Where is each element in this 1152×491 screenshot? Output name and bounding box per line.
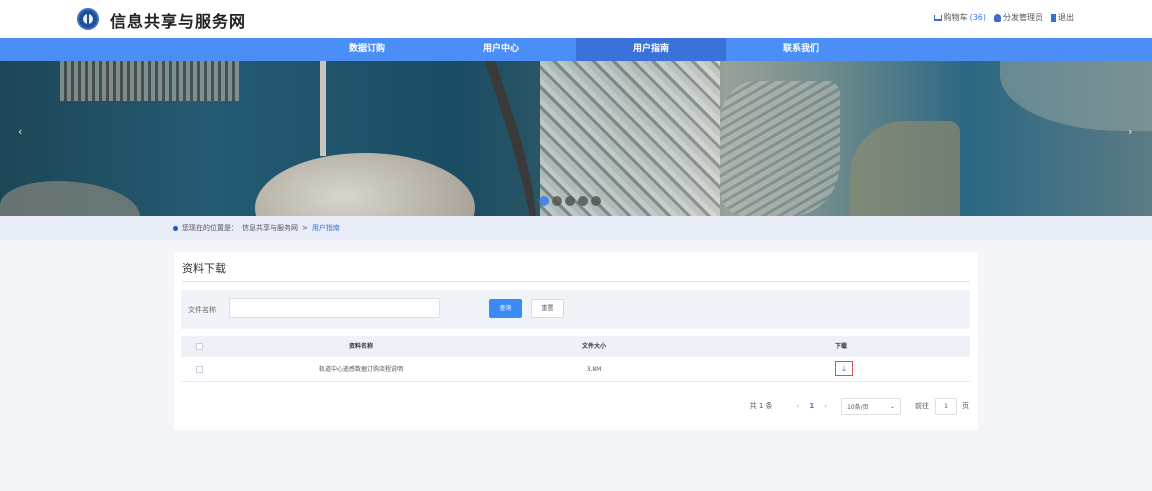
carousel-dot[interactable] <box>552 196 562 206</box>
carousel-dot[interactable] <box>591 196 601 206</box>
page-number[interactable]: 1 <box>809 402 814 410</box>
banner-next-icon[interactable]: › <box>1128 125 1132 138</box>
logout-link[interactable]: 退出 <box>1051 12 1074 23</box>
banner-image-part <box>850 121 960 216</box>
search-panel: 文件名称 查询 重置 <box>181 290 970 329</box>
chevron-down-icon: ⌄ <box>889 402 895 410</box>
column-header-size: 文件大小 <box>581 343 606 350</box>
column-header-name: 资料名称 <box>348 343 373 350</box>
row-checkbox[interactable] <box>196 366 203 373</box>
table-header: 资料名称 文件大小 下载 <box>181 336 970 357</box>
column-header-download: 下载 <box>834 343 847 350</box>
file-name-label: 文件名称 <box>188 306 216 314</box>
banner-image-part <box>1000 61 1152 131</box>
breadcrumb: 您现在的位置是： 信息共享与服务网 > 用户指南 <box>173 223 340 233</box>
user-link[interactable]: 分发管理员 <box>994 12 1043 23</box>
select-all-checkbox[interactable] <box>196 343 203 350</box>
nav-item-contact-us[interactable]: 联系我们 <box>726 38 876 61</box>
cart-icon <box>933 14 942 21</box>
prev-page-icon[interactable]: ‹ <box>797 402 800 410</box>
breadcrumb-current: 用户指南 <box>311 224 340 232</box>
file-name-cell: 轨道中心遥感数据订购流程说明 <box>318 366 403 373</box>
download-table: 资料名称 文件大小 下载 轨道中心遥感数据订购流程说明 3.8M ⤓ <box>181 336 970 382</box>
logout-icon <box>1051 13 1056 22</box>
top-bar: 信息共享与服务网 购物车 (36) 分发管理员 退出 <box>0 0 1152 38</box>
breadcrumb-separator: > <box>302 224 308 232</box>
cart-count: (36) <box>969 13 986 22</box>
breadcrumb-bar: 您现在的位置是： 信息共享与服务网 > 用户指南 <box>0 216 1152 240</box>
goto-page-input[interactable]: 1 <box>935 397 957 415</box>
user-label: 分发管理员 <box>1003 13 1043 22</box>
goto-label: 前往 <box>915 402 929 410</box>
banner-image-part <box>320 61 326 156</box>
carousel-dot[interactable] <box>565 196 575 206</box>
bullet-icon <box>173 225 178 231</box>
logout-label: 退出 <box>1058 13 1074 22</box>
site-title: 信息共享与服务网 <box>110 12 247 31</box>
banner-carousel[interactable]: ‹ › <box>0 61 1152 216</box>
carousel-dots <box>539 196 601 206</box>
download-button[interactable]: ⤓ <box>835 361 853 376</box>
download-icon: ⤓ <box>842 364 846 373</box>
nav-item-user-guide[interactable]: 用户指南 <box>576 38 726 61</box>
main-nav: 数据订购 用户中心 用户指南 联系我们 <box>0 38 1152 61</box>
file-name-input[interactable] <box>229 298 440 318</box>
banner-image-part <box>720 81 840 216</box>
page-size-select[interactable]: 10条/页 ⌄ <box>841 397 901 415</box>
query-button[interactable]: 查询 <box>489 299 522 318</box>
total-count: 共 1 条 <box>749 402 773 410</box>
file-size-cell: 3.8M <box>586 366 602 373</box>
banner-image-part <box>60 61 240 101</box>
top-links: 购物车 (36) 分发管理员 退出 <box>933 12 1074 23</box>
banner-image-part <box>255 153 475 216</box>
banner-image-part <box>0 181 140 216</box>
user-icon <box>994 13 1001 22</box>
page-size-value: 10条/页 <box>847 403 869 411</box>
site-logo-icon <box>77 8 99 30</box>
section-title: 资料下载 <box>182 262 226 275</box>
banner-prev-icon[interactable]: ‹ <box>18 125 22 138</box>
breadcrumb-prefix: 您现在的位置是： <box>182 224 238 232</box>
download-card: 资料下载 文件名称 查询 重置 资料名称 文件大小 下载 轨道中心遥感数据订购流… <box>174 252 978 430</box>
carousel-dot[interactable] <box>539 196 549 206</box>
carousel-dot[interactable] <box>578 196 588 206</box>
nav-item-user-center[interactable]: 用户中心 <box>426 38 576 61</box>
nav-item-data-order[interactable]: 数据订购 <box>292 38 442 61</box>
pagination: 共 1 条 ‹ 1 › 10条/页 ⌄ 前往 1 页 <box>750 397 969 415</box>
reset-button[interactable]: 重置 <box>531 299 564 318</box>
table-row: 轨道中心遥感数据订购流程说明 3.8M ⤓ <box>181 357 970 382</box>
page-unit-label: 页 <box>962 402 969 410</box>
next-page-icon[interactable]: › <box>824 402 827 410</box>
banner-image-part <box>540 61 720 216</box>
cart-link[interactable]: 购物车 (36) <box>933 12 986 23</box>
breadcrumb-home[interactable]: 信息共享与服务网 <box>242 223 298 233</box>
cart-label: 购物车 <box>943 13 968 22</box>
divider <box>182 281 970 282</box>
